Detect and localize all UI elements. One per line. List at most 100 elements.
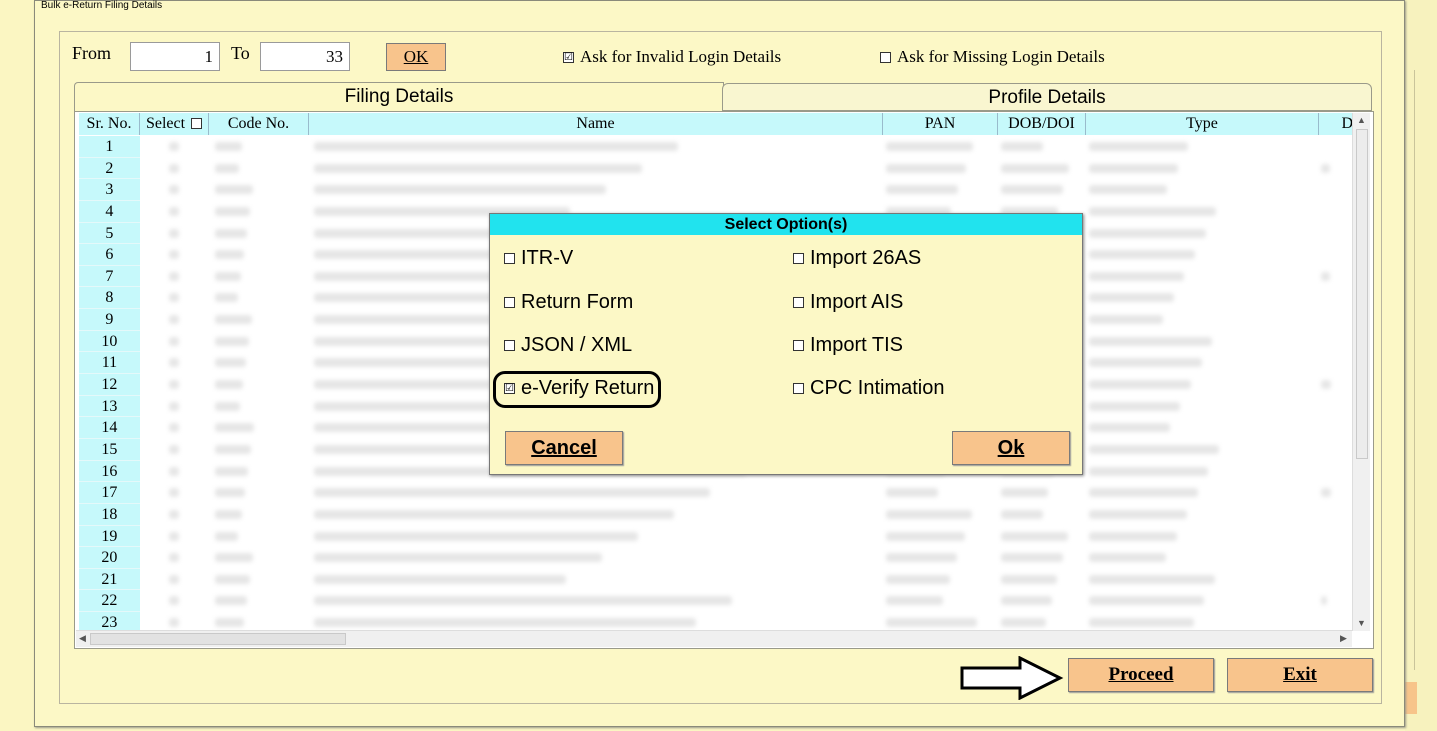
row-sr-no: 4: [79, 200, 140, 223]
col-select[interactable]: Select: [140, 113, 209, 135]
row-cell-redacted: [880, 504, 995, 526]
row-cell-redacted: [308, 482, 880, 504]
row-cell-redacted: [880, 179, 995, 201]
row-cell-redacted: [995, 526, 1083, 548]
row-cell-redacted: [1083, 266, 1315, 288]
background-window-edge: [1405, 0, 1437, 731]
row-cell-redacted: [880, 590, 995, 612]
option-import-26as[interactable]: Import 26AS: [793, 247, 921, 270]
missing-login-checkbox[interactable]: Ask for Missing Login Details: [880, 47, 1105, 67]
row-cell-redacted: [1315, 309, 1349, 331]
select-options-dialog: Select Option(s) ITR-V Return Form JSON …: [489, 213, 1083, 475]
option-json-xml[interactable]: JSON / XML: [504, 334, 632, 357]
dialog-ok-button[interactable]: Ok: [952, 431, 1070, 465]
col-type[interactable]: Type: [1086, 113, 1319, 135]
row-cell-redacted: [1083, 244, 1315, 266]
row-cell-redacted: [1315, 547, 1349, 569]
row-cell-redacted: [140, 417, 209, 439]
col-code-no[interactable]: Code No.: [209, 113, 309, 135]
row-sr-no: 9: [79, 309, 140, 331]
row-cell-redacted: [995, 569, 1083, 591]
option-import-tis[interactable]: Import TIS: [793, 334, 903, 357]
row-sr-no: 7: [79, 265, 140, 288]
table-row[interactable]: 19: [79, 525, 1349, 548]
row-cell-redacted: [209, 244, 309, 266]
select-all-checkbox-icon[interactable]: [191, 118, 203, 129]
row-cell-redacted: [1315, 461, 1349, 483]
row-cell-redacted: [880, 526, 995, 548]
row-cell-redacted: [1083, 417, 1315, 439]
row-sr-no: 15: [79, 438, 140, 461]
row-cell-redacted: [308, 179, 880, 201]
scroll-up-icon[interactable]: ▲: [1357, 115, 1366, 125]
row-sr-no: 12: [79, 374, 140, 396]
option-import-ais[interactable]: Import AIS: [793, 291, 903, 314]
exit-button[interactable]: Exit: [1227, 658, 1373, 692]
table-row[interactable]: 20: [79, 547, 1349, 569]
vertical-scroll-thumb[interactable]: [1356, 129, 1368, 459]
col-name[interactable]: Name: [309, 113, 883, 135]
row-cell-redacted: [140, 547, 209, 569]
col-d[interactable]: D: [1319, 113, 1353, 135]
row-cell-redacted: [1083, 287, 1315, 309]
horizontal-scroll-thumb[interactable]: [90, 633, 346, 645]
checkbox-unchecked-icon: [504, 253, 515, 264]
table-row[interactable]: 18: [79, 503, 1349, 526]
col-pan[interactable]: PAN: [883, 113, 998, 135]
row-cell-redacted: [1083, 331, 1315, 353]
option-cpc-intimation[interactable]: CPC Intimation: [793, 377, 945, 400]
row-sr-no: 21: [79, 568, 140, 591]
table-row[interactable]: 2: [79, 157, 1349, 180]
row-cell-redacted: [140, 136, 209, 158]
table-row[interactable]: 3: [79, 179, 1349, 201]
tab-filing-details[interactable]: Filing Details: [74, 82, 724, 112]
col-sr-no[interactable]: Sr. No.: [79, 113, 140, 135]
row-cell-redacted: [209, 287, 309, 309]
row-sr-no: 13: [79, 395, 140, 418]
table-row[interactable]: 1: [79, 136, 1349, 158]
missing-login-label: Ask for Missing Login Details: [897, 47, 1105, 66]
table-row[interactable]: 21: [79, 568, 1349, 591]
checkbox-unchecked-icon: [793, 297, 804, 308]
scroll-left-icon[interactable]: ◀: [79, 633, 86, 644]
tab-profile-details[interactable]: Profile Details: [722, 83, 1372, 111]
row-cell-redacted: [880, 482, 995, 504]
row-sr-no: 8: [79, 287, 140, 310]
invalid-login-label: Ask for Invalid Login Details: [580, 47, 782, 66]
row-cell-redacted: [140, 461, 209, 483]
range-ok-button[interactable]: OK: [386, 43, 446, 71]
checkbox-unchecked-icon: [504, 297, 515, 308]
option-return-form[interactable]: Return Form: [504, 291, 633, 314]
row-sr-no: 3: [79, 179, 140, 201]
horizontal-scrollbar[interactable]: ◀ ▶: [76, 630, 1352, 647]
row-cell-redacted: [995, 504, 1083, 526]
invalid-login-checkbox[interactable]: ☑ Ask for Invalid Login Details: [563, 47, 781, 67]
vertical-scrollbar[interactable]: ▲ ▼: [1352, 113, 1370, 631]
row-cell-redacted: [140, 482, 209, 504]
row-cell-redacted: [1083, 158, 1315, 180]
row-cell-redacted: [1083, 201, 1315, 223]
row-sr-no: 6: [79, 244, 140, 266]
col-dob-doi[interactable]: DOB/DOI: [998, 113, 1086, 135]
row-cell-redacted: [140, 526, 209, 548]
from-input[interactable]: 1: [130, 42, 220, 71]
row-cell-redacted: [140, 439, 209, 461]
row-cell-redacted: [209, 158, 309, 180]
to-input[interactable]: 33: [260, 42, 350, 71]
row-cell-redacted: [140, 504, 209, 526]
background-button-edge: [1405, 682, 1417, 714]
table-row[interactable]: 22: [79, 590, 1349, 613]
row-cell-redacted: [1083, 179, 1315, 201]
row-cell-redacted: [1083, 526, 1315, 548]
proceed-button[interactable]: Proceed: [1068, 658, 1214, 692]
dialog-cancel-button[interactable]: Cancel: [505, 431, 623, 465]
table-row[interactable]: 17: [79, 482, 1349, 504]
checkbox-unchecked-icon: [793, 340, 804, 351]
option-itr-v[interactable]: ITR-V: [504, 247, 573, 270]
row-cell-redacted: [1315, 244, 1349, 266]
row-cell-redacted: [209, 590, 309, 612]
scroll-down-icon[interactable]: ▼: [1357, 618, 1366, 628]
scroll-right-icon[interactable]: ▶: [1340, 633, 1347, 644]
row-cell-redacted: [209, 504, 309, 526]
row-cell-redacted: [140, 569, 209, 591]
